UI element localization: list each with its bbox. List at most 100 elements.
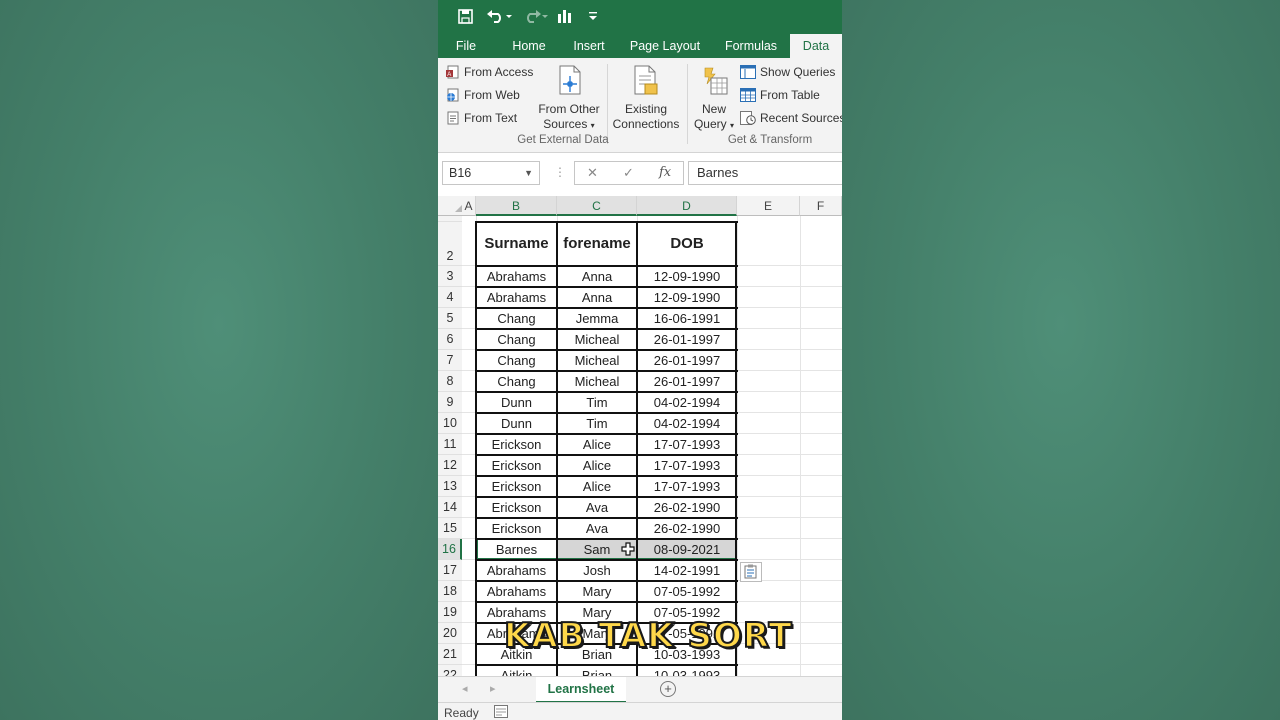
cell-dob[interactable]: 12-09-1990 xyxy=(637,266,737,287)
macro-record-icon[interactable] xyxy=(494,705,508,720)
cell-dob[interactable]: 17-07-1993 xyxy=(637,434,737,455)
row-header-11[interactable]: 11 xyxy=(438,434,462,455)
add-sheet-icon[interactable]: + xyxy=(660,681,676,697)
cell-forename[interactable]: Ava xyxy=(557,518,637,539)
cell-surname[interactable]: Erickson xyxy=(476,518,557,539)
cell-forename[interactable]: Micheal xyxy=(557,371,637,392)
cell-dob[interactable]: 08-09-2021 xyxy=(637,539,737,560)
cell-forename[interactable]: Micheal xyxy=(557,329,637,350)
row-header-16[interactable]: 16 xyxy=(438,539,462,560)
cell-surname[interactable]: Erickson xyxy=(476,455,557,476)
cell-dob[interactable]: 26-02-1990 xyxy=(637,518,737,539)
row-header-18[interactable]: 18 xyxy=(438,581,462,602)
cell-forename[interactable]: Alice xyxy=(557,455,637,476)
cell-forename[interactable]: Alice xyxy=(557,476,637,497)
row-header-7[interactable]: 7 xyxy=(438,350,462,371)
cell-dob[interactable]: 17-07-1993 xyxy=(637,476,737,497)
chevron-down-icon[interactable]: ▼ xyxy=(524,162,533,184)
tab-page-layout[interactable]: Page Layout xyxy=(628,34,702,58)
row-header-19[interactable]: 19 xyxy=(438,602,462,623)
row-header-15[interactable]: 15 xyxy=(438,518,462,539)
row-header-10[interactable]: 10 xyxy=(438,413,462,434)
tab-file[interactable]: File xyxy=(448,34,484,58)
cell-surname[interactable]: Abrahams xyxy=(476,581,557,602)
more-options-icon[interactable]: ⋮ xyxy=(554,165,566,179)
column-header-b[interactable]: B xyxy=(476,196,557,216)
cell-surname[interactable]: Abrahams xyxy=(476,287,557,308)
tab-formulas[interactable]: Formulas xyxy=(720,34,782,58)
existing-connections-button[interactable]: Existing Connections xyxy=(610,64,682,132)
table-header-dob[interactable]: DOB xyxy=(637,222,737,266)
row-header-4[interactable]: 4 xyxy=(438,287,462,308)
scroll-left-icon[interactable]: ◂ xyxy=(462,682,468,695)
cell-surname[interactable]: Chang xyxy=(476,308,557,329)
from-table-button[interactable]: From Table xyxy=(740,85,820,105)
row-header-9[interactable]: 9 xyxy=(438,392,462,413)
sheet-tab-learnsheet[interactable]: Learnsheet xyxy=(536,677,626,703)
cell-forename[interactable]: Mary xyxy=(557,581,637,602)
row-header-20[interactable]: 20 xyxy=(438,623,462,644)
cell-dob[interactable]: 16-06-1991 xyxy=(637,308,737,329)
row-header-6[interactable]: 6 xyxy=(438,329,462,350)
cell-dob[interactable]: 17-07-1993 xyxy=(637,455,737,476)
paste-options-icon[interactable] xyxy=(740,562,762,582)
table-header-forename[interactable]: forename xyxy=(557,222,637,266)
save-icon[interactable] xyxy=(454,5,476,27)
cell-dob[interactable]: 26-02-1990 xyxy=(637,497,737,518)
cell-forename[interactable]: Ava xyxy=(557,497,637,518)
cell-dob[interactable]: 26-01-1997 xyxy=(637,329,737,350)
cell-surname[interactable]: Barnes xyxy=(476,539,557,560)
cell-forename[interactable]: Anna xyxy=(557,266,637,287)
cell-surname[interactable]: Erickson xyxy=(476,476,557,497)
cell-surname[interactable]: Erickson xyxy=(476,434,557,455)
cell-forename[interactable]: Josh xyxy=(557,560,637,581)
insert-function-icon[interactable]: fx xyxy=(659,165,671,180)
undo-icon[interactable] xyxy=(484,5,514,27)
cell-dob[interactable]: 14-02-1991 xyxy=(637,560,737,581)
cell-dob[interactable]: 12-09-1990 xyxy=(637,287,737,308)
from-other-sources-button[interactable]: From Other Sources ▾ xyxy=(534,64,604,133)
scroll-right-icon[interactable]: ▸ xyxy=(490,682,496,695)
new-query-button[interactable]: New Query ▾ xyxy=(692,64,736,133)
recent-sources-button[interactable]: Recent Sources xyxy=(740,108,842,128)
tab-data[interactable]: Data xyxy=(790,34,842,58)
tab-insert[interactable]: Insert xyxy=(566,34,612,58)
row-header-13[interactable]: 13 xyxy=(438,476,462,497)
show-queries-button[interactable]: Show Queries xyxy=(740,62,835,82)
cell-forename[interactable]: Micheal xyxy=(557,350,637,371)
from-web-button[interactable]: From Web xyxy=(446,85,520,105)
customize-qat-icon[interactable] xyxy=(586,5,600,27)
row-header-3[interactable]: 3 xyxy=(438,266,462,287)
cell-surname[interactable]: Abrahams xyxy=(476,266,557,287)
cell-forename[interactable]: Tim xyxy=(557,392,637,413)
redo-icon[interactable] xyxy=(520,5,550,27)
table-header-surname[interactable]: Surname xyxy=(476,222,557,266)
formula-input[interactable]: Barnes xyxy=(688,161,842,185)
tab-home[interactable]: Home xyxy=(506,34,552,58)
cell-forename[interactable]: Tim xyxy=(557,413,637,434)
chart-icon[interactable] xyxy=(554,5,576,27)
from-access-button[interactable]: A From Access xyxy=(446,62,533,82)
cell-dob[interactable]: 04-02-1994 xyxy=(637,392,737,413)
enter-icon[interactable]: ✓ xyxy=(623,165,634,181)
column-header-f[interactable]: F xyxy=(800,196,842,216)
name-box[interactable]: B16 ▼ xyxy=(442,161,540,185)
cell-surname[interactable]: Erickson xyxy=(476,497,557,518)
cell-dob[interactable]: 26-01-1997 xyxy=(637,350,737,371)
row-header-14[interactable]: 14 xyxy=(438,497,462,518)
cell-dob[interactable]: 26-01-1997 xyxy=(637,371,737,392)
cell-surname[interactable]: Abrahams xyxy=(476,560,557,581)
cell-surname[interactable]: Dunn xyxy=(476,392,557,413)
cell-surname[interactable]: Chang xyxy=(476,329,557,350)
cell-dob[interactable]: 07-05-1992 xyxy=(637,581,737,602)
row-header-17[interactable]: 17 xyxy=(438,560,462,581)
column-header-a[interactable]: A xyxy=(462,196,476,216)
row-header-12[interactable]: 12 xyxy=(438,455,462,476)
row-header-2[interactable]: 2 xyxy=(438,222,462,266)
cancel-icon[interactable]: ✕ xyxy=(587,165,598,181)
cell-forename[interactable]: Alice xyxy=(557,434,637,455)
cell-surname[interactable]: Chang xyxy=(476,350,557,371)
row-header-5[interactable]: 5 xyxy=(438,308,462,329)
column-header-d[interactable]: D xyxy=(637,196,737,216)
cell-surname[interactable]: Chang xyxy=(476,371,557,392)
